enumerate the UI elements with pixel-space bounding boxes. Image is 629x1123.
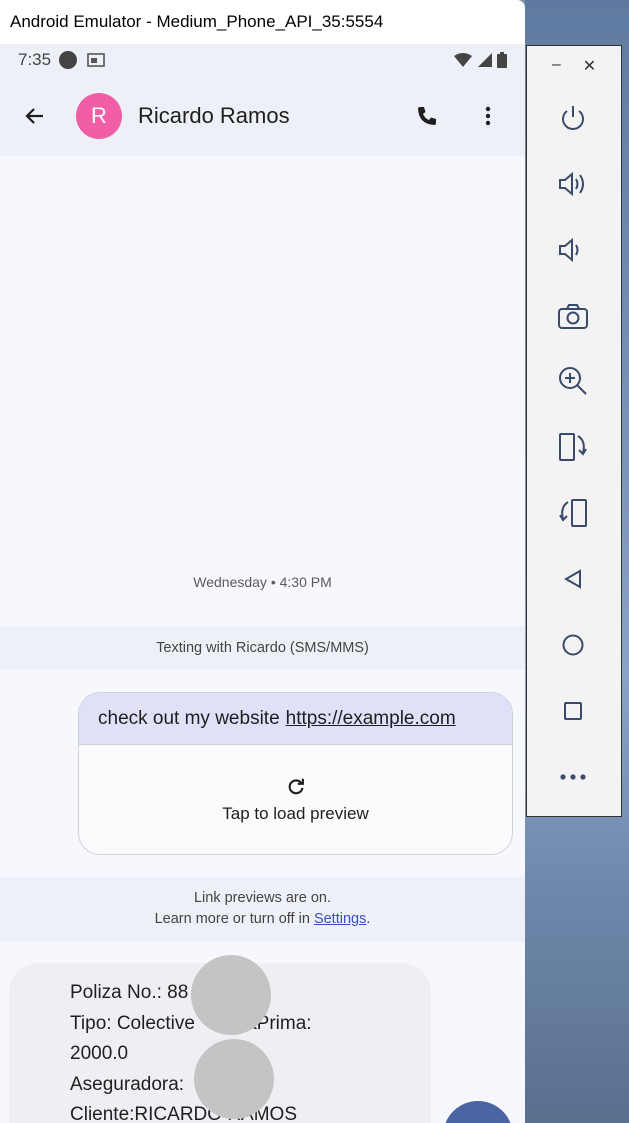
- volume-down-icon: [559, 237, 579, 263]
- conversation-app-bar: R Ricardo Ramos: [0, 76, 525, 156]
- message-link[interactable]: https://example.com: [286, 708, 456, 730]
- back-icon: [563, 569, 581, 589]
- screenshot-button[interactable]: [551, 294, 595, 338]
- link-notice-suffix: .: [366, 911, 371, 927]
- back-button[interactable]: [11, 92, 59, 140]
- link-notice-line1: Link previews are on.: [193, 890, 331, 906]
- link-notice-line2: Learn more or turn off in Settings.: [0, 909, 525, 930]
- zoom-button[interactable]: [551, 359, 595, 403]
- panel-window-controls: – ✕: [527, 56, 621, 82]
- arrow-back-icon: [25, 108, 43, 124]
- contact-name[interactable]: Ricardo Ramos: [138, 103, 290, 129]
- incoming-fragment: Tipo: Colective: [70, 1012, 195, 1034]
- volume-up-icon: [559, 171, 584, 197]
- outgoing-message-bubble[interactable]: check out my website https://example.com…: [78, 692, 513, 855]
- rotate-right-button[interactable]: [551, 491, 595, 535]
- nav-home-button[interactable]: [551, 623, 595, 667]
- link-notice-prefix: Learn more or turn off in: [154, 911, 314, 927]
- overview-icon: [564, 702, 582, 720]
- texting-with-label: Texting with Ricardo (SMS/MMS): [156, 640, 369, 656]
- status-time: 7:35: [18, 50, 52, 69]
- call-button[interactable]: [403, 92, 451, 140]
- notification-dot-icon: [59, 51, 78, 69]
- power-button[interactable]: [551, 96, 595, 140]
- more-icon: [560, 774, 586, 780]
- status-bar: 7:35: [0, 44, 525, 76]
- texting-with-banner: Texting with Ricardo (SMS/MMS): [0, 626, 525, 670]
- minimize-button[interactable]: –: [552, 56, 561, 82]
- date-separator: Wednesday • 4:30 PM: [193, 574, 332, 590]
- outgoing-message-text: check out my website https://example.com: [79, 693, 512, 744]
- home-icon: [562, 634, 584, 656]
- more-button[interactable]: [551, 755, 595, 799]
- signal-icon: [478, 53, 492, 67]
- more-vert-icon: [485, 106, 491, 126]
- more-options-button[interactable]: [464, 92, 512, 140]
- window-title: Android Emulator - Medium_Phone_API_35:5…: [10, 12, 384, 31]
- volume-down-button[interactable]: [551, 228, 595, 272]
- nav-overview-button[interactable]: [551, 689, 595, 733]
- link-preview-notice: Link previews are on. Learn more or turn…: [0, 877, 525, 942]
- wifi-icon: [454, 53, 472, 67]
- rotate-right-icon: [559, 499, 587, 527]
- message-body: check out my website: [98, 707, 280, 729]
- emulator-side-panel: – ✕: [526, 45, 622, 817]
- card-icon: [87, 53, 105, 67]
- nav-back-button[interactable]: [551, 557, 595, 601]
- link-preview-placeholder[interactable]: Tap to load preview: [79, 744, 512, 854]
- power-icon: [562, 106, 584, 130]
- camera-icon: [558, 304, 588, 329]
- close-button[interactable]: ✕: [583, 56, 596, 82]
- emulator-window: Android Emulator - Medium_Phone_API_35:5…: [0, 0, 525, 1123]
- rotate-left-button[interactable]: [551, 425, 595, 469]
- contact-avatar[interactable]: R: [76, 93, 122, 139]
- zoom-in-icon: [559, 367, 587, 395]
- battery-icon: [497, 52, 507, 68]
- tap-to-load-label: Tap to load preview: [222, 804, 369, 823]
- window-titlebar: Android Emulator - Medium_Phone_API_35:5…: [0, 0, 525, 44]
- phone-icon: [418, 107, 436, 125]
- refresh-icon: [288, 778, 304, 795]
- settings-link[interactable]: Settings: [314, 911, 366, 927]
- redaction-circle: [194, 1039, 274, 1119]
- volume-up-button[interactable]: [551, 162, 595, 206]
- redaction-circle: [191, 955, 271, 1035]
- rotate-left-icon: [559, 433, 587, 461]
- compose-fab[interactable]: [443, 1101, 513, 1123]
